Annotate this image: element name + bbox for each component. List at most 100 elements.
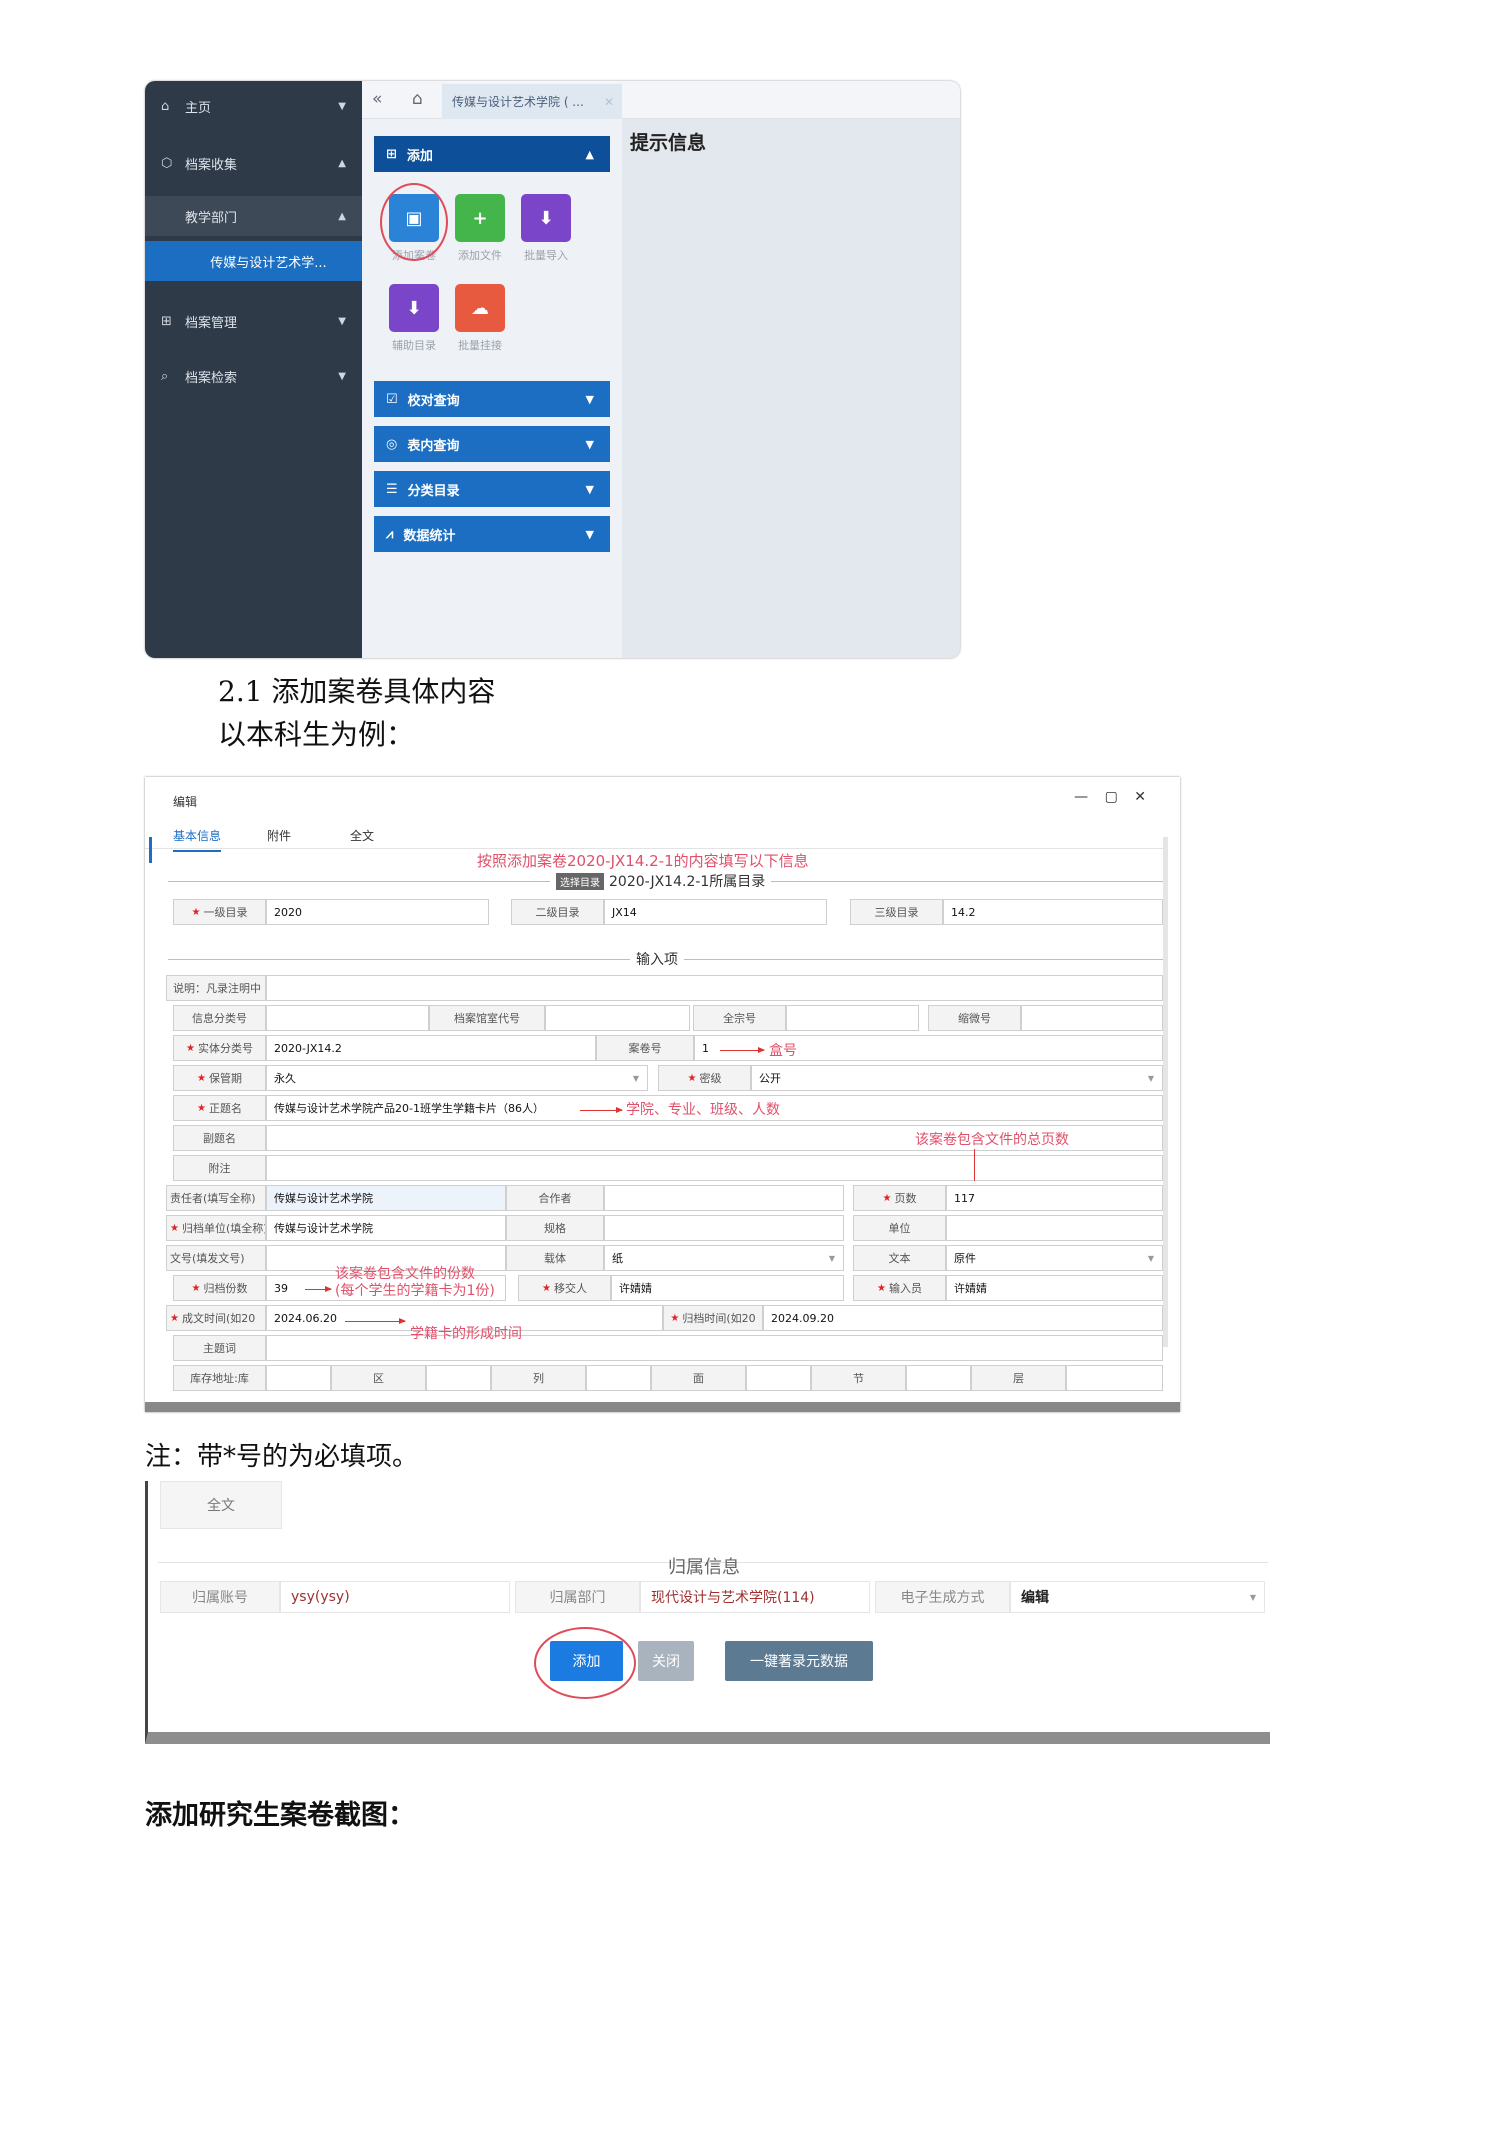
entry-input[interactable]: 许婧婧 (946, 1275, 1163, 1301)
close-button[interactable]: 关闭 (638, 1641, 694, 1681)
window-controls[interactable]: — ▢ ✕ (1074, 789, 1152, 805)
responsible-input[interactable]: 传媒与设计艺术学院 (266, 1185, 506, 1211)
section-heading: 2.1 添加案卷具体内容 (218, 675, 496, 708)
annotation-box-no: 盒号 (769, 1043, 797, 1059)
collapse-icon[interactable]: « (372, 89, 382, 109)
chevron-down-icon: ▼ (585, 437, 594, 451)
accordion-proofread-query[interactable]: ☑ 校对查询 ▼ (374, 381, 610, 417)
pages-input[interactable]: 117 (946, 1185, 1163, 1211)
title-label: 正题名 (173, 1095, 266, 1121)
entity-class-input[interactable]: 2020-JX14.2 (266, 1035, 596, 1061)
input-section-title: 输入项 (630, 949, 684, 969)
dept-label: 归属部门 (515, 1581, 640, 1613)
close-icon[interactable]: ✕ (604, 95, 614, 109)
annotation-form-time: 学籍卡的形成时间 (410, 1326, 522, 1342)
tab-attachment[interactable]: 附件 (267, 827, 291, 844)
sidebar-item-management[interactable]: ⊞ 档案管理 ▼ (145, 296, 362, 346)
chart-icon: ⩘ (386, 526, 394, 542)
tab-fulltext[interactable]: 全文 (350, 827, 374, 844)
sidebar: ⌂ 主页 ▼ ⬡ 档案收集 ▲ 教学部门 ▲ 传媒与设计艺术学... ⊞ 档案管… (145, 81, 362, 658)
search-icon: ⌕ (161, 368, 169, 384)
version-select[interactable]: 原件 (946, 1245, 1163, 1271)
storage-zone-input[interactable] (426, 1365, 491, 1391)
level2-label: 二级目录 (511, 899, 604, 925)
function-panel: ⊞ 添加 ▲ ▣ 添加案卷 + 添加文件 ⬇ 批量导入 ⬇ 辅助目录 ☁ 批量挂… (362, 119, 622, 658)
accordion-category-catalog[interactable]: ☰ 分类目录 ▼ (374, 471, 610, 507)
grid-icon: ⊞ (161, 313, 172, 329)
accordion-table-query[interactable]: ◎ 表内查询 ▼ (374, 426, 610, 462)
spec-input[interactable] (604, 1215, 844, 1241)
storage-section-label: 节 (811, 1365, 906, 1391)
highlight-circle (380, 183, 448, 261)
spec-label: 规格 (506, 1215, 604, 1241)
transfer-input[interactable]: 许婧婧 (611, 1275, 844, 1301)
sidebar-item-collection[interactable]: ⬡ 档案收集 ▲ (145, 138, 362, 188)
storage-column-input[interactable] (586, 1365, 651, 1391)
fonds-input[interactable] (786, 1005, 919, 1031)
storage-layer-input[interactable] (1066, 1365, 1163, 1391)
account-value[interactable]: ysy(ysy) (280, 1581, 510, 1613)
subject-input[interactable] (266, 1335, 1163, 1361)
highlight-circle (534, 1627, 636, 1699)
retention-select[interactable]: 永久 (266, 1065, 648, 1091)
coauthor-label: 合作者 (506, 1185, 604, 1211)
explanation-input[interactable] (266, 975, 1163, 1001)
accordion-add[interactable]: ⊞ 添加 ▲ (374, 136, 610, 172)
archive-time-input[interactable]: 2024.09.20 (763, 1305, 1163, 1331)
sidebar-item-home[interactable]: ⌂ 主页 ▼ (145, 81, 362, 131)
annotation-arrow (345, 1318, 406, 1324)
storage-section-input[interactable] (906, 1365, 971, 1391)
remark-input[interactable] (266, 1155, 1163, 1181)
tile-batch-import[interactable]: ⬇ 批量导入 (516, 194, 576, 263)
tab-bar: « ⌂ 传媒与设计艺术学院 ( ... ✕ (362, 81, 960, 119)
archive-code-input[interactable] (545, 1005, 690, 1031)
chevron-down-icon: ▼ (338, 100, 346, 112)
form-row: 库存地址:库 区 列 面 节 层 (173, 1365, 1163, 1391)
unit-input[interactable] (946, 1215, 1163, 1241)
level2-input[interactable]: JX14 (604, 899, 827, 925)
catalog-title: 选择目录 2020-JX14.2-1所属目录 (550, 871, 772, 891)
one-click-metadata-button[interactable]: 一键著录元数据 (725, 1641, 873, 1681)
storage-input[interactable] (266, 1365, 331, 1391)
accordion-data-stats[interactable]: ⩘ 数据统计 ▼ (374, 516, 610, 552)
subject-label: 主题词 (173, 1335, 266, 1361)
select-catalog-badge[interactable]: 选择目录 (556, 873, 604, 890)
archive-unit-input[interactable]: 传媒与设计艺术学院 (266, 1215, 506, 1241)
volume-no-label: 案卷号 (596, 1035, 694, 1061)
mode-select[interactable]: 编辑 (1010, 1581, 1265, 1613)
storage-face-input[interactable] (746, 1365, 811, 1391)
fulltext-label[interactable]: 全文 (160, 1481, 282, 1529)
annotation-title: 学院、专业、班级、人数 (626, 1102, 780, 1118)
sidebar-item-media-design[interactable]: 传媒与设计艺术学... (145, 241, 362, 281)
storage-label: 库存地址:库 (173, 1365, 266, 1391)
tile-batch-attach[interactable]: ☁ 批量挂接 (450, 284, 510, 353)
tile-add-file[interactable]: + 添加文件 (450, 194, 510, 263)
storage-zone-label: 区 (331, 1365, 426, 1391)
micro-input[interactable] (1021, 1005, 1163, 1031)
form-time-label: 成文时间(如20 (166, 1305, 266, 1331)
secrecy-select[interactable]: 公开 (751, 1065, 1163, 1091)
entity-class-label: 实体分类号 (173, 1035, 266, 1061)
entry-label: 输入员 (853, 1275, 946, 1301)
hint-title: 提示信息 (630, 132, 707, 154)
level1-input[interactable]: 2020 (266, 899, 489, 925)
scrollbar[interactable] (1163, 837, 1168, 1347)
tile-aux-catalog[interactable]: ⬇ 辅助目录 (384, 284, 444, 353)
check-icon: ☑ (386, 391, 398, 407)
home-icon[interactable]: ⌂ (412, 89, 423, 109)
chevron-up-icon: ▲ (338, 210, 346, 222)
tab-basic-info[interactable]: 基本信息 (173, 827, 222, 852)
sidebar-item-search[interactable]: ⌕ 档案检索 ▼ (145, 351, 362, 401)
micro-label: 缩微号 (928, 1005, 1021, 1031)
form-row: 信息分类号 档案馆室代号 全宗号 缩微号 (173, 1005, 1163, 1031)
sidebar-item-teaching-dept[interactable]: 教学部门 ▲ (145, 196, 362, 236)
coauthor-input[interactable] (604, 1185, 844, 1211)
carrier-select[interactable]: 纸 (604, 1245, 844, 1271)
dept-value[interactable]: 现代设计与艺术学院(114) (640, 1581, 870, 1613)
import-icon: ⬇ (389, 284, 439, 332)
carrier-label: 载体 (506, 1245, 604, 1271)
level3-input[interactable]: 14.2 (943, 899, 1163, 925)
tab-media-design[interactable]: 传媒与设计艺术学院 ( ... ✕ (442, 84, 622, 119)
annotation-arrow (305, 1286, 332, 1292)
info-class-input[interactable] (266, 1005, 429, 1031)
